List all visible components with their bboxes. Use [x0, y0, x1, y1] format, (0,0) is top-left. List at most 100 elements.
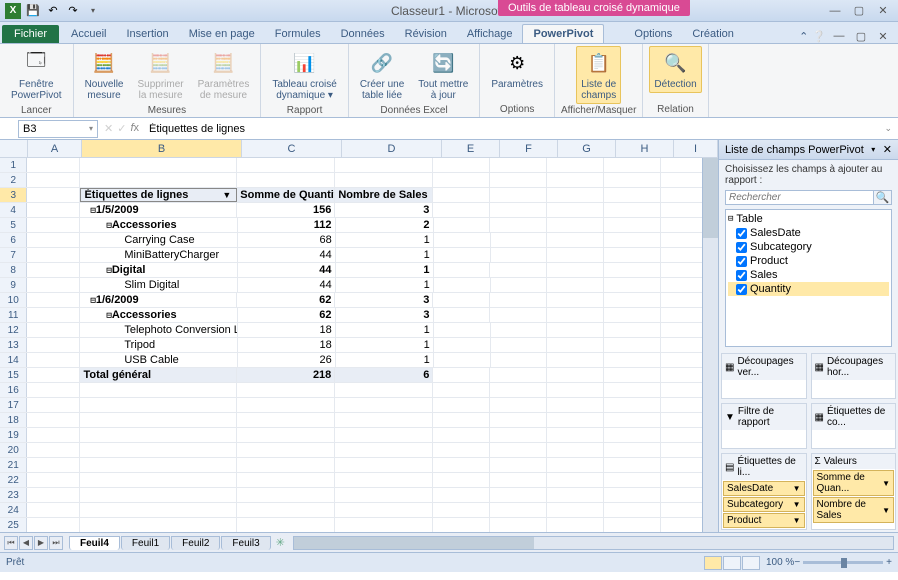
- fieldlist-search-button[interactable]: 🔍: [874, 190, 892, 205]
- cell[interactable]: [27, 413, 80, 427]
- cell[interactable]: [604, 383, 661, 397]
- sheet-tab-feuil1[interactable]: Feuil1: [121, 536, 170, 550]
- cell[interactable]: [237, 398, 335, 412]
- row-header[interactable]: 18: [0, 413, 27, 427]
- cell[interactable]: [27, 278, 80, 292]
- cell[interactable]: 112: [238, 218, 336, 232]
- fx-icon[interactable]: fx: [130, 122, 139, 135]
- field-salesdate[interactable]: SalesDate: [728, 226, 889, 240]
- row-header[interactable]: 6: [0, 233, 27, 247]
- cell[interactable]: [433, 473, 490, 487]
- field-checkbox[interactable]: [736, 270, 747, 281]
- formula-input[interactable]: [145, 123, 878, 135]
- fieldlist-tree[interactable]: ⊟Table SalesDateSubcategoryProductSalesQ…: [725, 209, 892, 347]
- close-button[interactable]: ✕: [874, 4, 892, 18]
- minimize-ribbon-icon[interactable]: ⌃: [799, 30, 808, 43]
- cell[interactable]: [604, 203, 661, 217]
- pivottable-button[interactable]: 📊Tableau croisé dynamique ▾: [267, 46, 341, 104]
- cell[interactable]: [604, 473, 661, 487]
- cell[interactable]: [434, 338, 491, 352]
- cell[interactable]: [237, 458, 335, 472]
- cell[interactable]: 62: [237, 293, 335, 307]
- cell[interactable]: 3: [335, 293, 433, 307]
- cell[interactable]: [80, 503, 237, 517]
- doc-close-button[interactable]: ✕: [874, 29, 892, 43]
- tab-insertion[interactable]: Insertion: [116, 25, 178, 43]
- cell[interactable]: 1: [336, 353, 434, 367]
- cell[interactable]: [335, 158, 433, 172]
- dropzone-slicer-vertical[interactable]: ▦Découpages ver...: [721, 353, 807, 399]
- cell[interactable]: [604, 398, 661, 412]
- cell[interactable]: [80, 413, 237, 427]
- maximize-button[interactable]: ▢: [850, 4, 868, 18]
- row-header[interactable]: 10: [0, 293, 27, 307]
- cell[interactable]: [604, 413, 661, 427]
- pivot-row-label[interactable]: Carrying Case: [80, 233, 238, 247]
- cell[interactable]: [490, 173, 547, 187]
- expand-formula-bar-icon[interactable]: ⌄: [878, 123, 898, 134]
- cell[interactable]: [335, 413, 433, 427]
- field-sales[interactable]: Sales: [728, 268, 889, 282]
- cell[interactable]: [547, 158, 604, 172]
- row-header[interactable]: 19: [0, 428, 27, 442]
- cell[interactable]: 2: [336, 218, 434, 232]
- pivot-rowlabels-dropdown[interactable]: Étiquettes de lignes▼: [80, 188, 237, 202]
- fieldlist-search-input[interactable]: [725, 190, 874, 205]
- cell[interactable]: [604, 428, 661, 442]
- create-linked-table-button[interactable]: 🔗Créer une table liée: [355, 46, 409, 104]
- field-checkbox[interactable]: [736, 256, 747, 267]
- cell[interactable]: [547, 488, 604, 502]
- tab-creation[interactable]: Création: [682, 25, 744, 43]
- cell[interactable]: [433, 443, 490, 457]
- cell[interactable]: 3: [336, 308, 434, 322]
- cell[interactable]: [433, 428, 490, 442]
- field-chip[interactable]: Subcategory▼: [723, 497, 805, 512]
- cell[interactable]: [490, 368, 547, 382]
- cell[interactable]: [604, 308, 661, 322]
- cell[interactable]: [433, 368, 490, 382]
- cell[interactable]: [27, 473, 80, 487]
- row-header[interactable]: 4: [0, 203, 27, 217]
- cell[interactable]: [335, 488, 433, 502]
- cell[interactable]: [27, 488, 80, 502]
- cell[interactable]: [237, 488, 335, 502]
- cell[interactable]: [604, 263, 661, 277]
- pivot-row-label[interactable]: ⊟Digital: [80, 263, 237, 277]
- cell[interactable]: [434, 218, 491, 232]
- cell[interactable]: [547, 233, 604, 247]
- cell[interactable]: [490, 398, 547, 412]
- row-header[interactable]: 16: [0, 383, 27, 397]
- cell[interactable]: [547, 458, 604, 472]
- help-icon[interactable]: ❔: [812, 30, 826, 43]
- cell[interactable]: [433, 398, 490, 412]
- field-chip[interactable]: Somme de Quan...▼: [813, 470, 895, 496]
- sheet-tab-feuil2[interactable]: Feuil2: [171, 536, 220, 550]
- sheet-nav-prev[interactable]: ◀: [19, 536, 33, 550]
- cell[interactable]: [80, 458, 237, 472]
- cell[interactable]: [80, 398, 237, 412]
- field-checkbox[interactable]: [736, 228, 747, 239]
- zoom-in-button[interactable]: +: [886, 557, 892, 568]
- cell[interactable]: [27, 233, 80, 247]
- pivot-row-label[interactable]: Tripod: [80, 338, 238, 352]
- cell[interactable]: 1: [336, 233, 434, 247]
- cell[interactable]: [604, 488, 661, 502]
- cell[interactable]: [490, 383, 547, 397]
- cell[interactable]: [433, 203, 490, 217]
- tab-revision[interactable]: Révision: [395, 25, 457, 43]
- view-page-break-button[interactable]: [742, 556, 760, 570]
- cell[interactable]: [547, 503, 604, 517]
- dropzone-values[interactable]: ΣValeurs Somme de Quan...▼Nombre de Sale…: [811, 453, 897, 530]
- cell[interactable]: [491, 233, 548, 247]
- col-header-G[interactable]: G: [558, 140, 616, 157]
- col-header-D[interactable]: D: [342, 140, 442, 157]
- cell[interactable]: [491, 278, 548, 292]
- fieldlist-dropdown-icon[interactable]: ▾: [868, 145, 878, 154]
- cell[interactable]: [80, 173, 237, 187]
- col-header-I[interactable]: I: [674, 140, 718, 157]
- cell[interactable]: [491, 338, 548, 352]
- pivot-row-label[interactable]: ⊟1/5/2009: [80, 203, 237, 217]
- pivot-row-label[interactable]: ⊟1/6/2009: [80, 293, 237, 307]
- row-header[interactable]: 7: [0, 248, 27, 262]
- field-subcategory[interactable]: Subcategory: [728, 240, 889, 254]
